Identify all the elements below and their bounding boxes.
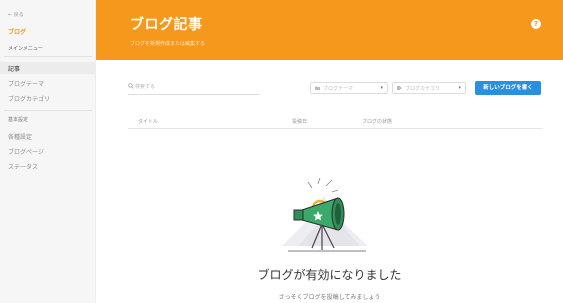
sidebar-item-settings[interactable]: 各種設定 — [8, 132, 32, 141]
search-box — [128, 80, 260, 95]
search-icon — [128, 83, 134, 89]
sidebar-item-status[interactable]: ステータス — [8, 162, 38, 171]
sidebar-item-articles[interactable]: 記事 — [8, 64, 20, 73]
app-label[interactable]: ブログ — [8, 27, 26, 36]
page-title: ブログ記事 — [130, 17, 203, 33]
folder-icon — [315, 86, 320, 90]
settings-section-heading: 基本設定 — [8, 117, 29, 123]
tag-icon — [397, 86, 402, 90]
sidebar-item-blog-category[interactable]: ブログカテゴリ — [8, 94, 50, 103]
sidebar-divider — [4, 110, 92, 111]
empty-state-title: ブログが有効になりました — [257, 268, 402, 282]
chevron-down-icon: ▾ — [380, 85, 383, 91]
sidebar-divider — [4, 56, 92, 57]
page-subtitle: ブログを新規作成または編集する — [130, 41, 206, 47]
column-header-status[interactable]: ブログの状態 — [362, 118, 392, 125]
column-header-date[interactable]: 投稿日 — [292, 118, 307, 125]
chevron-down-icon: ▾ — [458, 85, 461, 91]
category-select-label: ブログカテゴリ — [405, 86, 441, 92]
megaphone-illustration — [282, 177, 368, 252]
column-header-title[interactable]: タイトル — [138, 118, 158, 125]
theme-select[interactable]: ブログテーマ ▾ — [310, 82, 388, 94]
category-select[interactable]: ブログカテゴリ ▾ — [392, 82, 466, 94]
page-header: ブログ記事 ブログを新規作成または編集する ? — [96, 0, 563, 60]
sidebar-item-blog-theme[interactable]: ブログテーマ — [8, 79, 44, 88]
search-input[interactable] — [135, 82, 255, 92]
sidebar: ← 戻る ブログ メインメニュー 記事 ブログテーマ ブログカテゴリ 基本設定 … — [0, 0, 96, 303]
table-header-divider — [128, 128, 542, 129]
back-link[interactable]: ← 戻る — [8, 11, 24, 18]
new-blog-button[interactable]: 新しいブログを書く — [475, 81, 541, 95]
main-menu-heading: メインメニュー — [8, 46, 43, 52]
sidebar-item-blog-page[interactable]: ブログページ — [8, 147, 44, 156]
empty-state-subtitle: さっそくブログを投稿してみましょう — [278, 294, 381, 301]
theme-select-label: ブログテーマ — [323, 86, 354, 92]
help-icon[interactable]: ? — [531, 19, 541, 29]
